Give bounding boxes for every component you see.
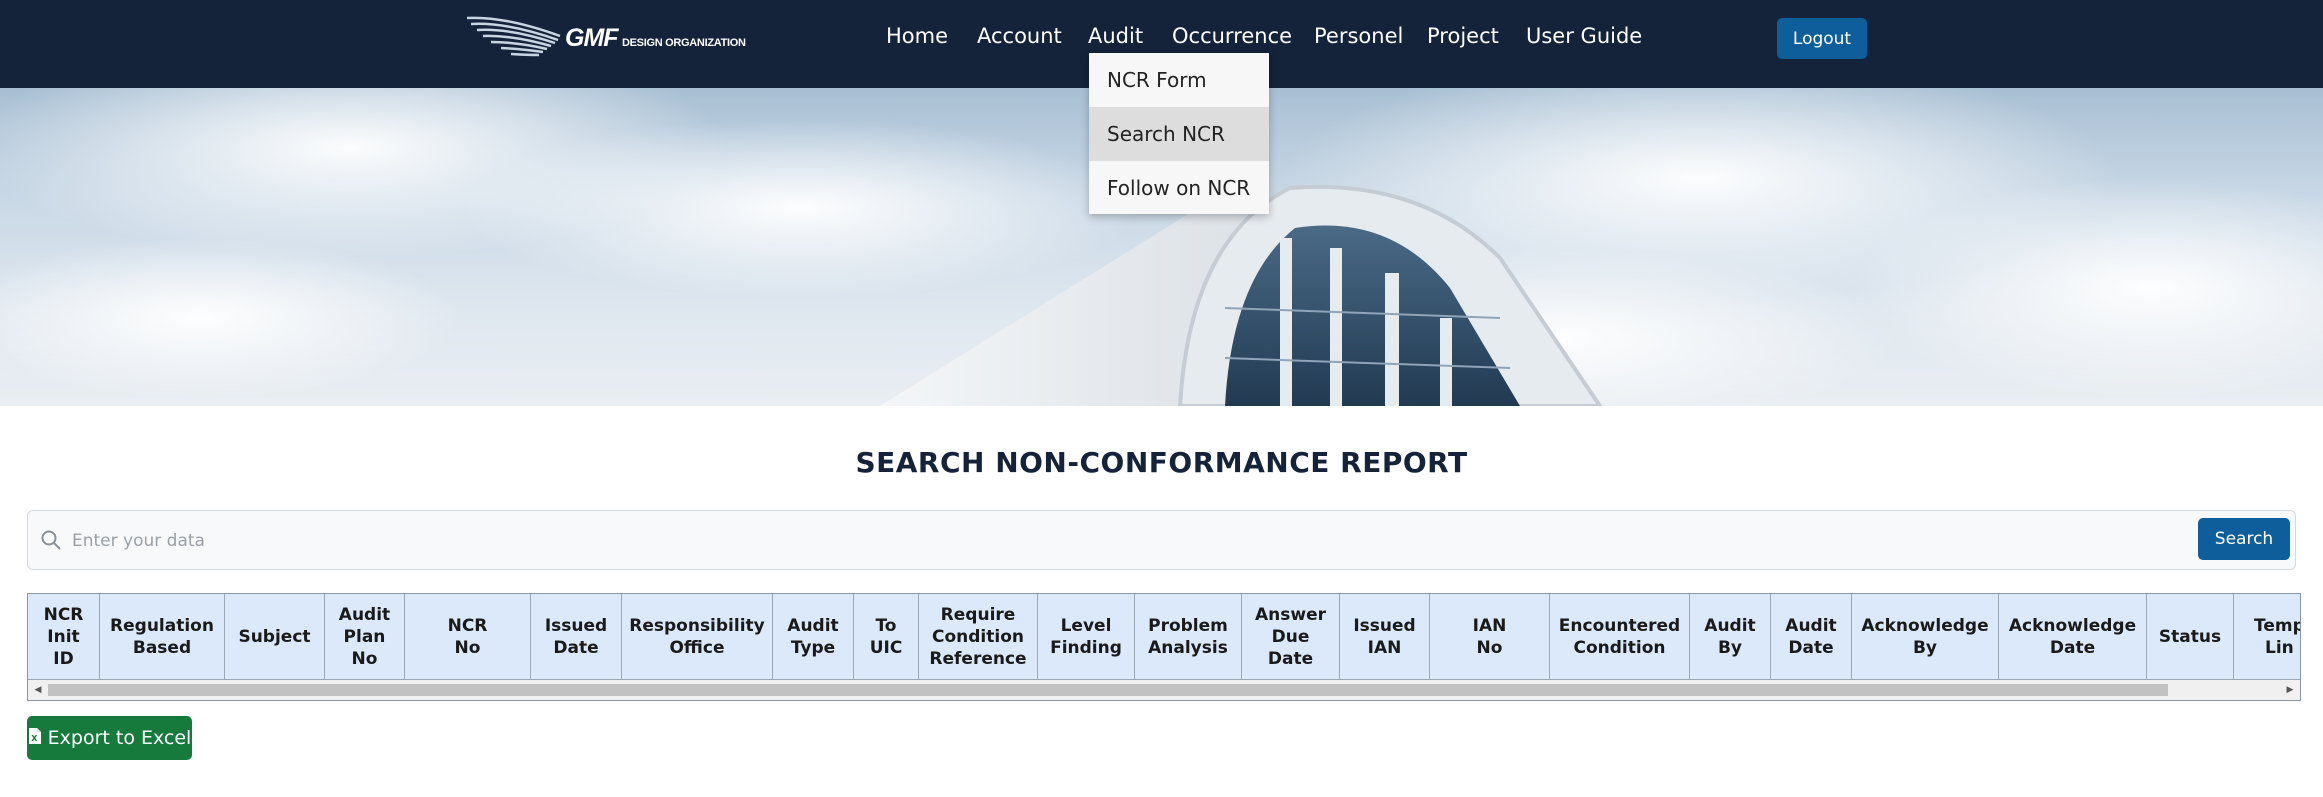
nav-occurrence[interactable]: Occurrence	[1172, 24, 1292, 48]
col-issued-date[interactable]: Issued Date	[531, 594, 622, 680]
col-problem-analysis[interactable]: Problem Analysis	[1135, 594, 1242, 680]
nav-project[interactable]: Project	[1427, 24, 1499, 48]
col-ncr-no[interactable]: NCR No	[405, 594, 531, 680]
logo-sub-text: DESIGN ORGANIZATION	[622, 37, 746, 49]
search-icon	[40, 529, 62, 555]
col-issued-ian[interactable]: Issued IAN	[1340, 594, 1430, 680]
logo-text: GMF DESIGN ORGANIZATION	[565, 24, 746, 53]
search-input[interactable]	[72, 525, 2212, 557]
nav-audit[interactable]: Audit	[1088, 24, 1143, 48]
gmf-logo[interactable]: GMF DESIGN ORGANIZATION	[465, 10, 746, 60]
col-require-condition-reference[interactable]: Require Condition Reference	[919, 594, 1038, 680]
table-horizontal-scrollbar[interactable]: ◀ ▶	[28, 680, 2300, 700]
logout-button[interactable]: Logout	[1777, 18, 1867, 59]
ncr-table: NCR Init ID Regulation Based Subject Aud…	[27, 593, 2301, 701]
menu-item-ncr-form[interactable]: NCR Form	[1089, 53, 1269, 107]
svg-text:X: X	[31, 734, 38, 743]
col-audit-plan-no[interactable]: Audit Plan No	[325, 594, 405, 680]
col-to-uic[interactable]: To UIC	[854, 594, 919, 680]
col-acknowledge-date[interactable]: Acknowledge Date	[1999, 594, 2147, 680]
logo-main-text: GMF	[565, 24, 619, 52]
col-audit-by[interactable]: Audit By	[1690, 594, 1771, 680]
col-audit-type[interactable]: Audit Type	[773, 594, 854, 680]
scroll-left-arrow-icon[interactable]: ◀	[32, 684, 44, 696]
col-status[interactable]: Status	[2147, 594, 2234, 680]
excel-file-icon: X	[28, 727, 42, 750]
search-button[interactable]: Search	[2198, 518, 2290, 560]
col-answer-due-date[interactable]: Answer Due Date	[1242, 594, 1340, 680]
menu-item-search-ncr[interactable]: Search NCR	[1089, 107, 1269, 161]
nav-user-guide[interactable]: User Guide	[1526, 24, 1642, 48]
col-level-finding[interactable]: Level Finding	[1038, 594, 1135, 680]
search-bar	[27, 510, 2296, 570]
scroll-right-arrow-icon[interactable]: ▶	[2284, 684, 2296, 696]
page-title: SEARCH NON-CONFORMANCE REPORT	[855, 446, 1468, 479]
col-encountered-condition[interactable]: Encountered Condition	[1550, 594, 1690, 680]
audit-dropdown-menu: NCR Form Search NCR Follow on NCR	[1089, 53, 1269, 214]
menu-item-follow-on-ncr[interactable]: Follow on NCR	[1089, 161, 1269, 215]
col-ian-no[interactable]: IAN No	[1430, 594, 1550, 680]
nav-personel[interactable]: Personel	[1314, 24, 1403, 48]
export-to-excel-button[interactable]: X Export to Excel	[27, 716, 192, 760]
nav-home[interactable]: Home	[886, 24, 948, 48]
col-responsibility-office[interactable]: Responsibility Office	[622, 594, 773, 680]
col-subject[interactable]: Subject	[225, 594, 325, 680]
col-audit-date[interactable]: Audit Date	[1771, 594, 1852, 680]
wing-logo-icon	[466, 16, 561, 57]
col-acknowledge-by[interactable]: Acknowledge By	[1852, 594, 1999, 680]
col-temp-lin[interactable]: Temp Lin	[2234, 594, 2300, 680]
col-regulation-based[interactable]: Regulation Based	[100, 594, 225, 680]
nav-account[interactable]: Account	[977, 24, 1062, 48]
col-ncr-init-id[interactable]: NCR Init ID	[28, 594, 100, 680]
export-label: Export to Excel	[47, 727, 192, 749]
scrollbar-thumb[interactable]	[48, 684, 2168, 696]
